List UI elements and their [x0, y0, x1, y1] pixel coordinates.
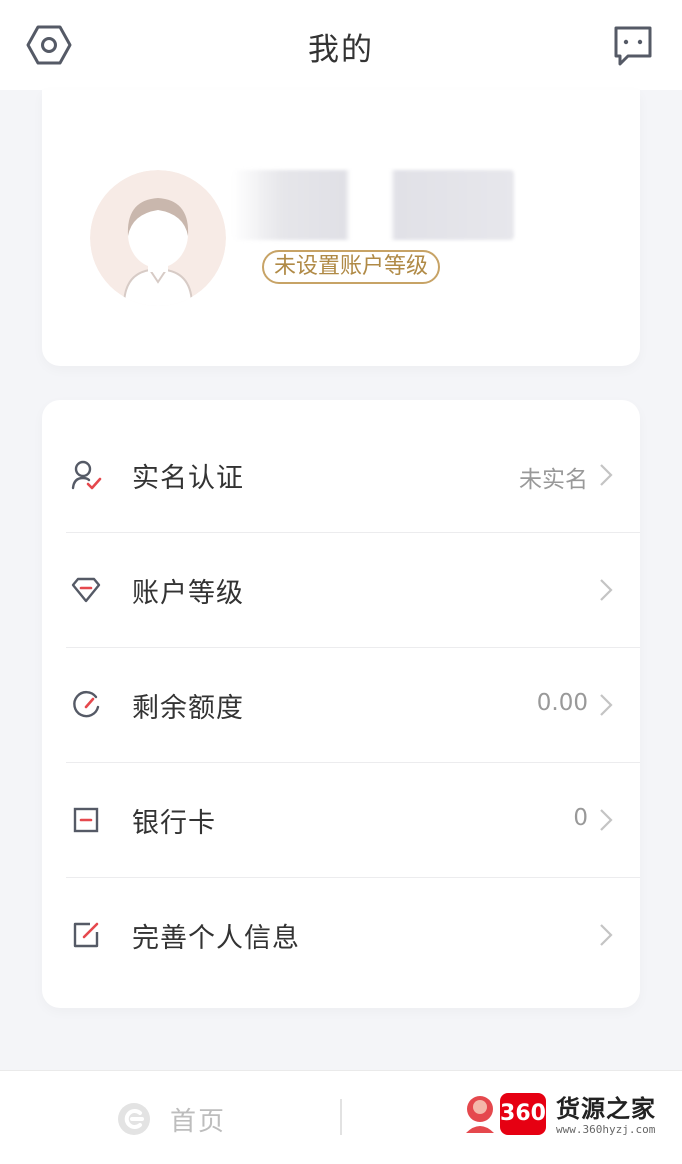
menu-item-label: 完善个人信息 — [132, 923, 300, 954]
chevron-right-icon — [600, 579, 613, 601]
username-redacted — [232, 170, 514, 240]
menu-item-label: 银行卡 — [132, 808, 216, 839]
menu-item-value: 0.00 — [536, 690, 588, 716]
top-bar: 我的 — [0, 0, 682, 90]
menu-item-label: 账户等级 — [132, 578, 244, 609]
menu-item-personal-info[interactable]: 完善个人信息 — [42, 878, 640, 992]
user-check-icon — [71, 460, 102, 490]
tab-home[interactable]: 首页 — [116, 1095, 316, 1141]
watermark-url: www.360hyzj.com — [556, 1123, 656, 1136]
profile-card: 未设置账户等级 — [42, 90, 640, 366]
page-title: 我的 — [308, 32, 374, 68]
chevron-right-icon — [600, 809, 613, 831]
menu-item-remaining-quota[interactable]: 剩余额度 0.00 — [42, 648, 640, 762]
gauge-icon — [73, 690, 100, 718]
account-level-badge[interactable]: 未设置账户等级 — [262, 250, 441, 284]
edit-icon — [73, 922, 99, 948]
watermark-logo: 360 — [500, 1093, 546, 1135]
tab-home-label: 首页 — [170, 1107, 227, 1137]
menu-item-value: 未实名 — [519, 467, 588, 493]
tab-separator — [340, 1099, 342, 1135]
message-icon[interactable] — [610, 22, 656, 68]
watermark-title: 货源之家 — [556, 1095, 656, 1123]
mine-tab-icon — [466, 1096, 494, 1133]
menu-item-label: 剩余额度 — [132, 693, 244, 724]
diamond-icon — [71, 577, 101, 603]
menu-item-real-name[interactable]: 实名认证 未实名 — [42, 418, 640, 532]
menu-item-label: 实名认证 — [132, 463, 244, 494]
menu-item-bank-card[interactable]: 银行卡 0 — [42, 763, 640, 877]
chevron-right-icon — [600, 924, 613, 946]
tab-mine[interactable] — [460, 1093, 500, 1139]
home-tab-icon — [118, 1103, 150, 1135]
menu-item-account-level[interactable]: 账户等级 — [42, 533, 640, 647]
menu-item-value: 0 — [573, 805, 588, 831]
menu-card: 实名认证 未实名 账户等级 剩余额度 0.00 银行卡 0 完善个人信息 — [42, 400, 640, 1008]
watermark: 360 货源之家 www.360hyzj.com — [500, 1089, 682, 1145]
avatar-icon — [90, 170, 226, 306]
chevron-right-icon — [600, 694, 613, 716]
avatar[interactable] — [90, 170, 226, 306]
chevron-right-icon — [600, 464, 613, 486]
bottom-tab-bar: 首页 360 货源之家 www.360hyzj.com — [0, 1070, 682, 1164]
bank-card-icon — [73, 807, 99, 833]
